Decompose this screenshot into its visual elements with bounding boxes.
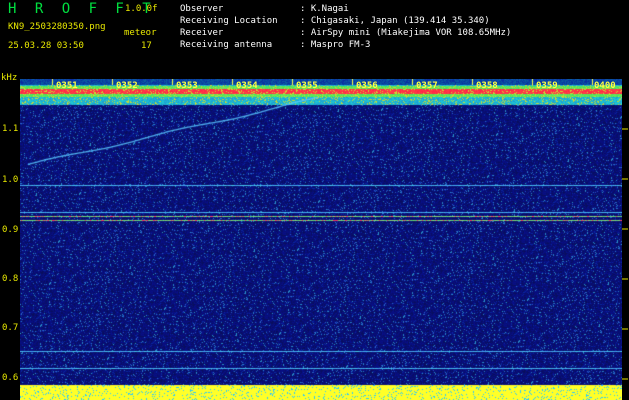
meteor-count-label: meteor — [124, 28, 157, 38]
spectrogram-canvas — [20, 79, 622, 400]
info-key-location: Receiving Location — [180, 16, 278, 26]
y-tick-label: 1.0 — [2, 175, 19, 185]
info-value-antenna: : Maspro FM-3 — [300, 40, 371, 50]
info-key-receiver: Receiver — [180, 28, 224, 38]
y-tick-label: 0.9 — [2, 225, 19, 235]
time-label: 0353 — [176, 81, 198, 91]
y-tick-label: 0.7 — [2, 323, 19, 333]
frequency-unit-label: kHz — [1, 73, 18, 83]
time-label: 0358 — [476, 81, 498, 91]
time-label: 0351 — [56, 81, 78, 91]
y-tick-label: 1.1 — [2, 124, 19, 134]
y-tick-label: 0.6 — [2, 373, 19, 383]
info-value-observer: : K.Nagai — [300, 4, 349, 14]
timestamp-label: 25.03.28 03:50 — [8, 41, 84, 51]
info-key-observer: Observer — [180, 4, 224, 14]
time-label: 0400 — [594, 81, 616, 91]
time-label: 0357 — [416, 81, 438, 91]
time-label: 0355 — [296, 81, 318, 91]
info-value-receiver: : AirSpy mini (Miakejima VOR 108.65MHz) — [300, 28, 512, 38]
time-label: 0352 — [116, 81, 138, 91]
time-label: 0359 — [536, 81, 558, 91]
y-tick-label: 0.8 — [2, 274, 19, 284]
right-tick-marks — [622, 128, 628, 380]
time-label: 0356 — [356, 81, 378, 91]
info-value-location: : Chigasaki, Japan (139.414 35.340) — [300, 16, 490, 26]
info-key-antenna: Receiving antenna — [180, 40, 273, 50]
time-label: 0354 — [236, 81, 258, 91]
version-label: 1.0.0f — [125, 4, 158, 14]
filename-label: KN9_2503280350.png — [8, 22, 106, 32]
meteor-count-value: 17 — [141, 41, 152, 51]
